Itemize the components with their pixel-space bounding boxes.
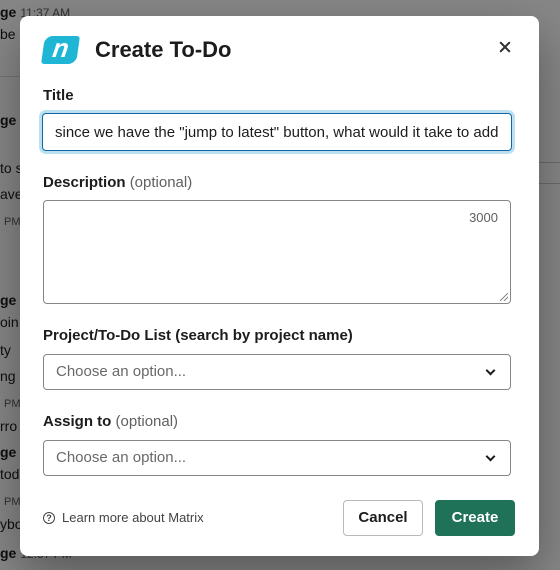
matrix-logo-icon: n [41, 33, 80, 64]
cancel-button[interactable]: Cancel [343, 500, 423, 536]
resize-handle-icon[interactable] [500, 293, 508, 301]
optional-hint: (optional) [115, 413, 179, 430]
close-icon[interactable] [492, 34, 518, 60]
create-todo-dialog: n Create To-Do Title Description (option… [20, 16, 539, 556]
title-label: Title [43, 87, 74, 104]
description-label: Description (optional) [43, 174, 193, 191]
character-counter: 3000 [469, 210, 498, 225]
learn-more-link[interactable]: ? Learn more about Matrix [43, 510, 204, 525]
learn-more-text: Learn more about Matrix [62, 510, 204, 525]
project-select[interactable]: Choose an option... [43, 354, 511, 390]
create-button[interactable]: Create [435, 500, 515, 536]
project-label: Project/To-Do List (search by project na… [43, 327, 353, 344]
title-input[interactable] [42, 113, 512, 151]
help-icon: ? [43, 511, 55, 524]
chevron-down-icon [485, 451, 496, 462]
dialog-title: Create To-Do [95, 37, 232, 62]
optional-hint: (optional) [129, 174, 193, 191]
chevron-down-icon [485, 365, 496, 376]
assign-label: Assign to (optional) [43, 413, 179, 430]
description-textarea[interactable]: 3000 [43, 200, 511, 304]
assign-select[interactable]: Choose an option... [43, 440, 511, 476]
project-placeholder: Choose an option... [56, 363, 187, 380]
assign-placeholder: Choose an option... [56, 449, 187, 466]
